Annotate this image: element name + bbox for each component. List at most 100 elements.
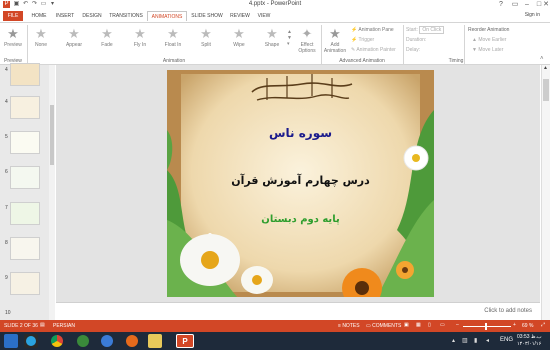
slide-thumbnail[interactable] (10, 96, 40, 119)
effect-label: Split (201, 42, 211, 48)
windows-taskbar: P ▴ ▥ ▮ ◂ ENG 03:53 ب.ظ ۱۴۰۳/۰۱/۱۶ (0, 332, 550, 350)
effect-label: Float In (164, 42, 182, 48)
slide-line-1[interactable]: سوره ناس (167, 126, 434, 140)
animation-pane-button[interactable]: ⚡ Animation Pane (351, 27, 394, 33)
thumbnail-scrollbar[interactable] (49, 65, 55, 320)
effect-fade[interactable]: ★ Fade (95, 26, 119, 54)
zoom-slider[interactable] (463, 323, 511, 330)
slide-show-icon[interactable]: ▭ (440, 322, 445, 328)
firefox-icon[interactable] (125, 334, 139, 348)
slide-line-2[interactable]: درس چهارم آموزش قرآن (167, 174, 434, 187)
vertical-scrollbar[interactable]: ▲ (541, 65, 550, 320)
tab-slide-show[interactable]: SLIDE SHOW (190, 11, 224, 21)
close-button[interactable]: ✕ (542, 0, 550, 10)
notes-pane[interactable]: Click to add notes (56, 302, 540, 320)
move-later-button[interactable]: ▼ Move Later (472, 47, 503, 53)
clock-time[interactable]: 03:53 ب.ظ (517, 334, 542, 340)
gallery-scroll-icon[interactable]: ▲ ▼ ▾ (287, 29, 292, 47)
effect-label: Fly In (133, 42, 147, 48)
effect-split[interactable]: ★ Split (194, 26, 218, 54)
tab-view[interactable]: VIEW (254, 11, 274, 21)
move-earlier-button[interactable]: ▲ Move Earlier (472, 37, 506, 43)
tab-file[interactable]: FILE (3, 11, 23, 21)
effect-shape[interactable]: ★ Shape (260, 26, 284, 54)
slide-thumbnail[interactable] (10, 131, 40, 154)
language-indicator[interactable]: PERSIAN (53, 323, 75, 329)
sign-in-link[interactable]: Sign in (525, 12, 540, 18)
tab-animations[interactable]: ANIMATIONS (147, 11, 187, 21)
preview-button[interactable]: ★ Preview (1, 26, 25, 54)
animation-painter-label: Animation Painter (356, 47, 396, 53)
tab-insert[interactable]: INSERT (53, 11, 77, 21)
move-later-label: Move Later (478, 47, 504, 53)
add-animation-button[interactable]: ★ Add Animation (322, 26, 348, 54)
tray-network-icon[interactable]: ▥ (462, 337, 468, 344)
effect-float-in[interactable]: ★ Float In (161, 26, 185, 54)
tray-arrow-icon[interactable]: ▴ (452, 337, 455, 344)
slide-thumbnails-pane[interactable]: 4 4 5 6 7 8 9 10 (0, 63, 55, 320)
effect-options-icon: ✦ (301, 26, 313, 41)
fit-slide-icon[interactable]: ⤢ (541, 322, 545, 328)
slide-thumbnail[interactable] (10, 166, 40, 189)
star-icon: ★ (266, 26, 278, 41)
file-explorer-icon[interactable] (148, 334, 162, 348)
trigger-button[interactable]: ⚡ Trigger (351, 37, 374, 43)
delay-row[interactable]: Delay: (406, 47, 420, 53)
slide-line-3[interactable]: پایه دوم دبستان (167, 214, 434, 225)
duration-row[interactable]: Duration: (406, 37, 426, 43)
zoom-out-icon[interactable]: – (456, 322, 459, 328)
effect-label: Appear (65, 42, 83, 48)
scroll-thumb[interactable] (50, 105, 54, 165)
start-select[interactable]: On Click (419, 26, 445, 34)
network-globe-icon[interactable] (76, 334, 90, 348)
effect-appear[interactable]: ★ Appear (62, 26, 86, 54)
start-row[interactable]: Start: On Click (406, 26, 445, 34)
keyboard-language[interactable]: ENG (500, 337, 513, 343)
comments-toggle[interactable]: ▭ COMMENTS (366, 323, 401, 329)
animation-painter-button[interactable]: ✎ Animation Painter (351, 47, 396, 53)
thumb-number: 4 (5, 99, 8, 105)
tab-home[interactable]: HOME (28, 11, 50, 21)
tray-signal-icon[interactable]: ▮ (474, 337, 477, 344)
zoom-in-icon[interactable]: + (513, 322, 516, 328)
collapse-ribbon-icon[interactable]: ˄ (540, 56, 544, 62)
add-animation-label: Add Animation (323, 42, 347, 54)
tab-transitions[interactable]: TRANSITIONS (107, 11, 145, 21)
tab-review[interactable]: REVIEW (228, 11, 252, 21)
effect-wipe[interactable]: ★ Wipe (227, 26, 251, 54)
spellcheck-icon[interactable]: ▤ (40, 322, 45, 328)
thumb-number: 4 (5, 67, 8, 73)
slide-sorter-icon[interactable]: ▦ (416, 322, 421, 328)
chrome-icon[interactable] (50, 334, 64, 348)
telegram-icon[interactable] (24, 334, 38, 348)
help-icon[interactable]: ? (494, 0, 508, 10)
media-player-icon[interactable] (100, 334, 114, 348)
clock-date[interactable]: ۱۴۰۳/۰۱/۱۶ (517, 341, 541, 347)
up-arrow-icon: ▲ (472, 37, 477, 43)
divider (403, 25, 404, 64)
notes-toggle[interactable]: ≡ NOTES (338, 323, 360, 329)
tray-volume-icon[interactable]: ◂ (486, 337, 489, 344)
effect-fly-in[interactable]: ★ Fly In (128, 26, 152, 54)
reading-view-icon[interactable]: ▯ (428, 322, 431, 328)
effect-none[interactable]: ★ None (29, 26, 53, 54)
zoom-slider-thumb[interactable] (485, 323, 487, 330)
slide-thumbnail[interactable] (10, 63, 40, 86)
normal-view-icon[interactable]: ▣ (404, 322, 409, 328)
slide-thumbnail[interactable] (10, 237, 40, 260)
title-bar: P ▣ ↶ ↷ ▭ ▾ 4.pptx - PowerPoint ? ▭ – □ … (0, 0, 550, 10)
zoom-level[interactable]: 69 % (522, 323, 533, 329)
move-earlier-label: Move Earlier (478, 37, 507, 43)
start-button[interactable] (4, 334, 18, 348)
star-icon: ★ (200, 26, 212, 41)
scroll-up-icon[interactable]: ▲ (543, 65, 548, 71)
current-slide[interactable]: سوره ناس درس چهارم آموزش قرآن پایه دوم د… (167, 70, 434, 297)
effect-options-button[interactable]: ✦ Effect Options (294, 26, 320, 54)
thumb-number: 10 (5, 310, 11, 316)
slide-thumbnail[interactable] (10, 272, 40, 295)
slide-thumbnail[interactable] (10, 202, 40, 225)
powerpoint-taskbar-icon[interactable]: P (176, 334, 194, 348)
tab-design[interactable]: DESIGN (80, 11, 104, 21)
notes-placeholder[interactable]: Click to add notes (484, 308, 532, 314)
scroll-thumb[interactable] (543, 79, 549, 101)
